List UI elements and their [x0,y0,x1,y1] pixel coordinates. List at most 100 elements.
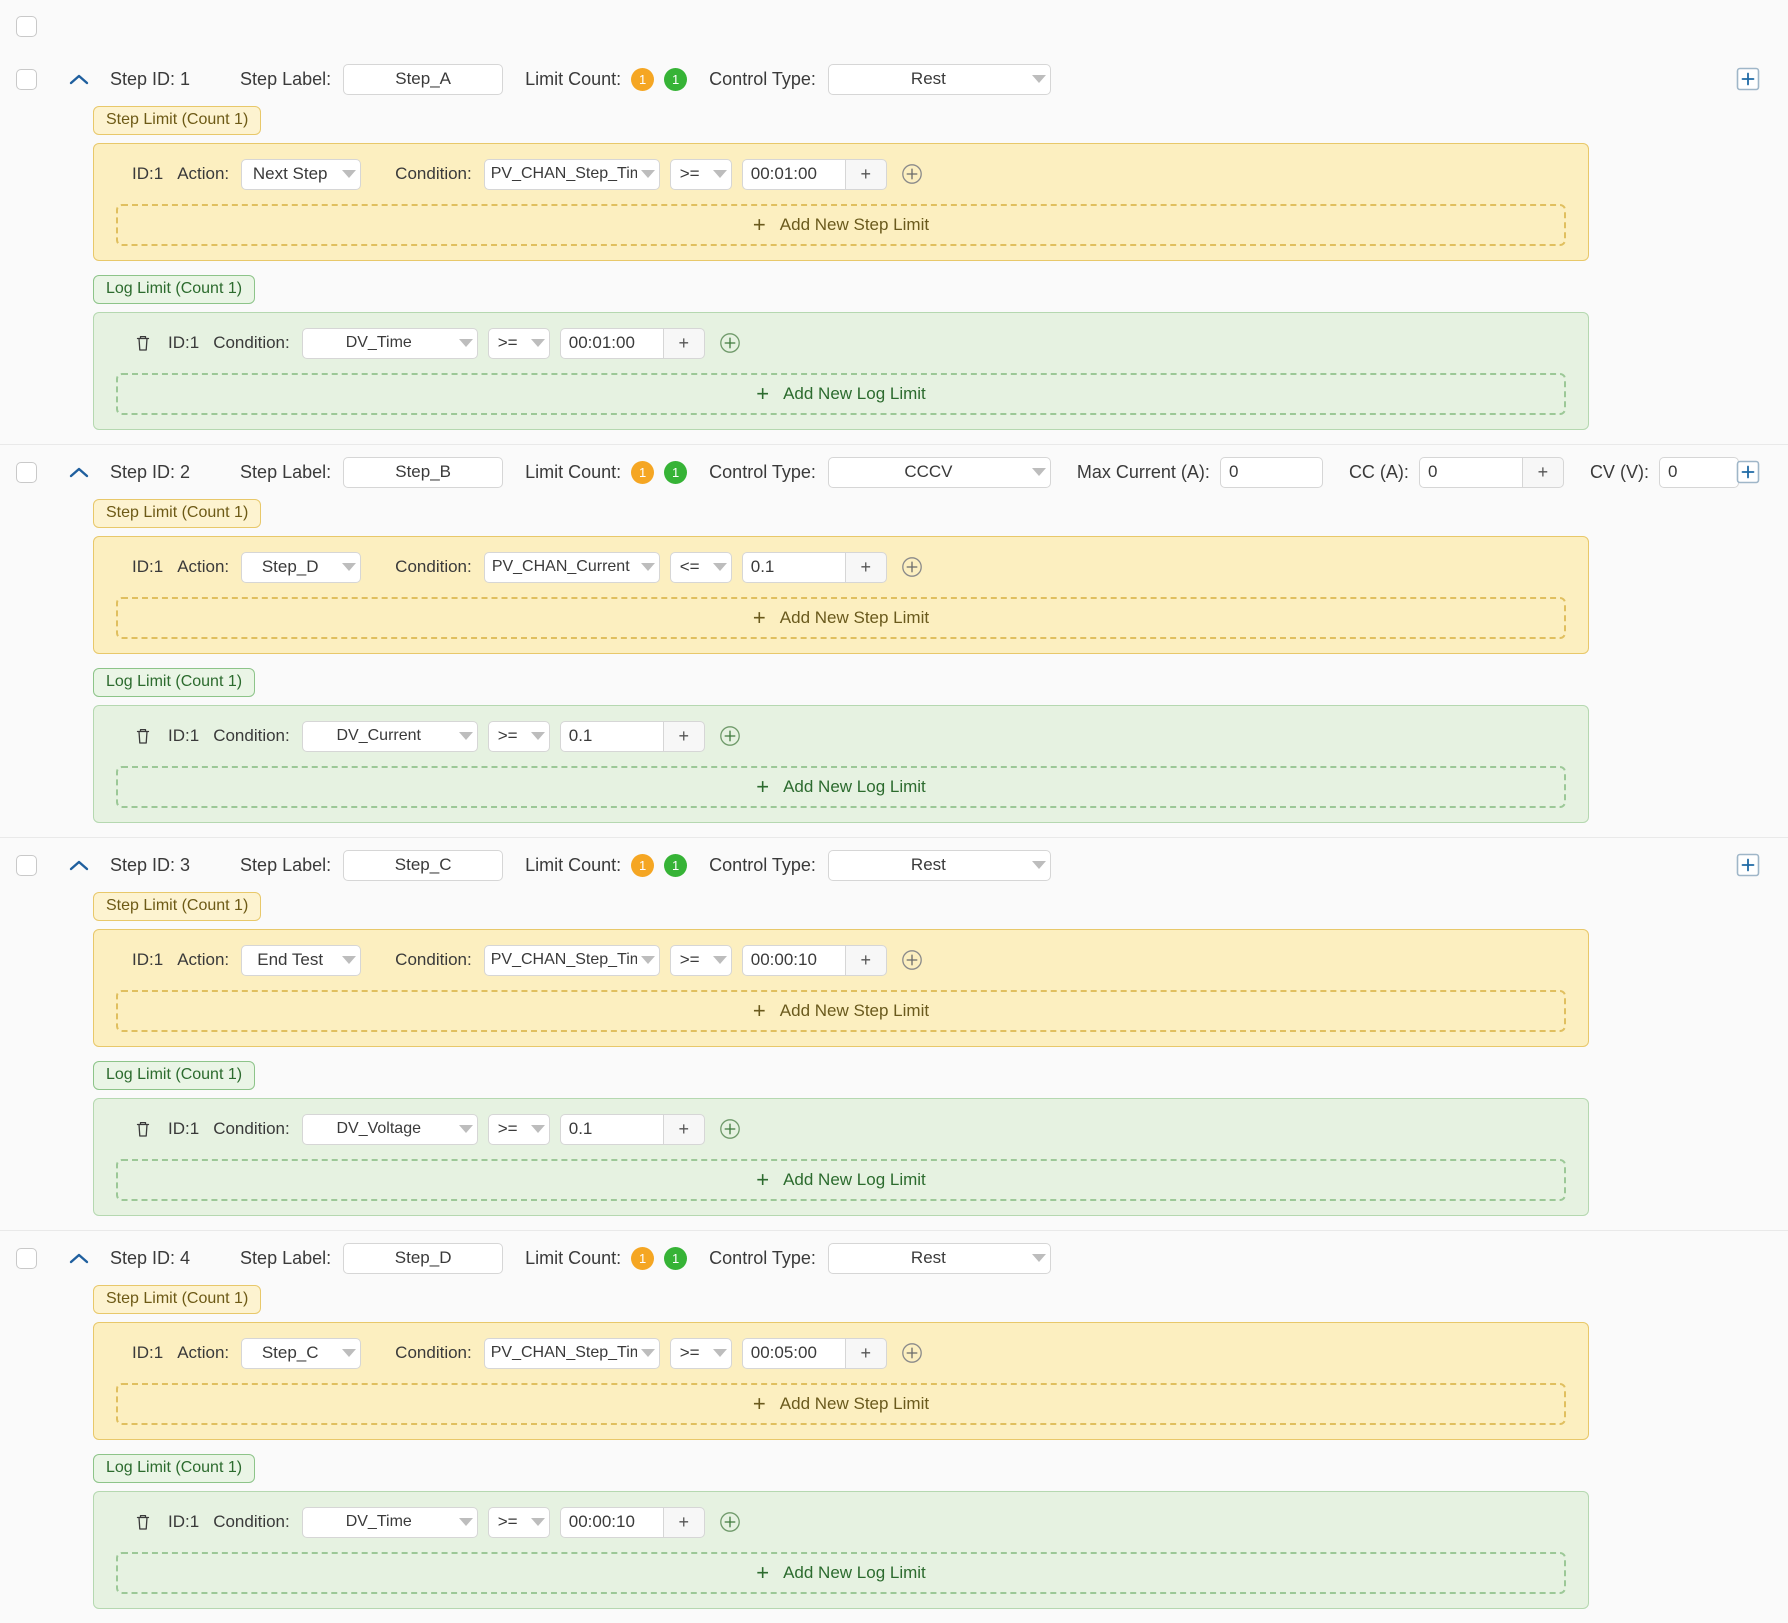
log-limit-value-input[interactable] [559,1113,663,1145]
step-select-checkbox[interactable] [16,1247,37,1269]
circle-plus-icon[interactable] [719,1511,741,1533]
log-limit-value-input[interactable] [559,327,663,359]
step-value-increment-button[interactable]: + [844,1337,887,1369]
add-new-step-limit-button[interactable]: + Add New Step Limit [116,204,1566,246]
log-value-increment-button[interactable]: + [662,327,705,359]
add-new-step-limit-button[interactable]: + Add New Step Limit [116,1383,1566,1425]
step-condition-select[interactable]: PV_CHAN_Current [483,551,660,583]
add-new-log-limit-button[interactable]: + Add New Log Limit [116,1159,1566,1201]
step-limit-value-input[interactable] [741,944,845,976]
step-limit-value-input[interactable] [741,551,845,583]
log-operator-select[interactable]: >= [487,1506,550,1538]
step-condition-select[interactable]: PV_CHAN_Step_Time [483,944,660,976]
circle-plus-icon[interactable] [901,556,923,578]
step-limit-value-input[interactable] [741,158,845,190]
step-label-input[interactable] [343,849,504,881]
action-select[interactable]: Step_C [241,1337,362,1369]
add-new-step-limit-button[interactable]: + Add New Step Limit [116,990,1566,1032]
action-value: End Test [257,950,324,969]
circle-plus-icon[interactable] [719,1118,741,1140]
trash-icon[interactable] [132,725,154,747]
add-step-icon[interactable] [1736,67,1760,91]
cc-increment-button[interactable]: + [1521,456,1564,488]
step-limit-row: ID:1 Action: Step_C Condition: PV_CHAN_S… [94,1335,1588,1371]
action-select[interactable]: End Test [241,944,362,976]
select-all-checkbox[interactable] [16,15,37,37]
cv-input[interactable] [1658,456,1739,488]
step-select-checkbox[interactable] [16,461,37,483]
action-select[interactable]: Step_D [241,551,362,583]
step-select-checkbox[interactable] [16,854,37,876]
log-condition-value: DV_Time [345,1513,412,1530]
circle-plus-icon[interactable] [901,1342,923,1364]
step-value-increment-button[interactable]: + [844,158,887,190]
add-new-step-limit-button[interactable]: + Add New Step Limit [116,597,1566,639]
log-condition-select[interactable]: DV_Current [301,720,478,752]
step-label-input[interactable] [343,456,504,488]
step-limit-count-badge: 1 [631,853,655,877]
add-new-log-limit-button[interactable]: + Add New Log Limit [116,766,1566,808]
step-operator-value: <= [679,557,700,576]
circle-plus-icon[interactable] [719,332,741,354]
chevron-down-icon [709,1349,731,1357]
step-operator-select[interactable]: >= [669,158,732,190]
log-condition-select[interactable]: DV_Voltage [301,1113,478,1145]
step-operator-select[interactable]: >= [669,944,732,976]
control-type-select[interactable]: Rest [827,849,1051,881]
step-header-row: Step ID: 3 Step Label: Limit Count: 1 1 … [0,838,1788,892]
log-operator-select[interactable]: >= [487,327,550,359]
cc-input[interactable] [1418,456,1522,488]
trash-icon[interactable] [132,332,154,354]
chevron-down-icon [338,956,360,964]
add-new-log-limit-button[interactable]: + Add New Log Limit [116,373,1566,415]
log-operator-select[interactable]: >= [487,1113,550,1145]
action-select[interactable]: Next Step [241,158,362,190]
chevron-up-icon[interactable] [64,1243,94,1273]
step-limit-value-input[interactable] [741,1337,845,1369]
control-type-select[interactable]: CCCV [827,456,1051,488]
add-step-icon[interactable] [1736,460,1760,484]
log-value-increment-button[interactable]: + [662,1506,705,1538]
log-condition-select[interactable]: DV_Time [301,327,478,359]
trash-icon[interactable] [132,1511,154,1533]
max-current-input[interactable] [1219,456,1323,488]
log-limit-value-input[interactable] [559,1506,663,1538]
step-label-input[interactable] [343,63,504,95]
control-type-select[interactable]: Rest [827,1242,1051,1274]
action-caption: Action: [177,164,230,183]
circle-plus-icon[interactable] [901,163,923,185]
log-limit-value-input[interactable] [559,720,663,752]
log-operator-select[interactable]: >= [487,720,550,752]
log-condition-caption: Condition: [213,1119,290,1138]
circle-plus-icon[interactable] [719,725,741,747]
step-value-increment-button[interactable]: + [844,551,887,583]
step-limit-id: ID:1 [132,950,164,969]
chevron-up-icon[interactable] [64,64,94,94]
circle-plus-icon[interactable] [901,949,923,971]
add-step-icon[interactable] [1736,853,1760,877]
step-limit-row: ID:1 Action: Step_D Condition: PV_CHAN_C… [94,549,1588,585]
step-value-increment-button[interactable]: + [844,944,887,976]
step-header-row: Step ID: 2 Step Label: Limit Count: 1 1 … [0,445,1788,499]
step-label-input[interactable] [343,1242,504,1274]
step-condition-select[interactable]: PV_CHAN_Step_Time [483,1337,660,1369]
chevron-down-icon [455,732,477,740]
limit-count-caption: Limit Count: [525,68,622,89]
chevron-down-icon [455,1518,477,1526]
step-select-checkbox[interactable] [16,68,37,90]
action-value: Step_D [261,557,319,576]
add-new-log-limit-button[interactable]: + Add New Log Limit [116,1552,1566,1594]
trash-icon[interactable] [132,1118,154,1140]
step-condition-select[interactable]: PV_CHAN_Step_Time [483,158,660,190]
step-limit-count-badge: 1 [631,1246,655,1270]
log-value-increment-button[interactable]: + [662,720,705,752]
step-operator-select[interactable]: <= [669,551,732,583]
log-value-increment-button[interactable]: + [662,1113,705,1145]
control-type-select[interactable]: Rest [827,63,1051,95]
step-limit-panel: ID:1 Action: Step_C Condition: PV_CHAN_S… [93,1322,1589,1440]
chevron-up-icon[interactable] [64,850,94,880]
log-condition-select[interactable]: DV_Time [301,1506,478,1538]
chevron-up-icon[interactable] [64,457,94,487]
log-value-stepper: + [559,327,705,359]
step-operator-select[interactable]: >= [669,1337,732,1369]
